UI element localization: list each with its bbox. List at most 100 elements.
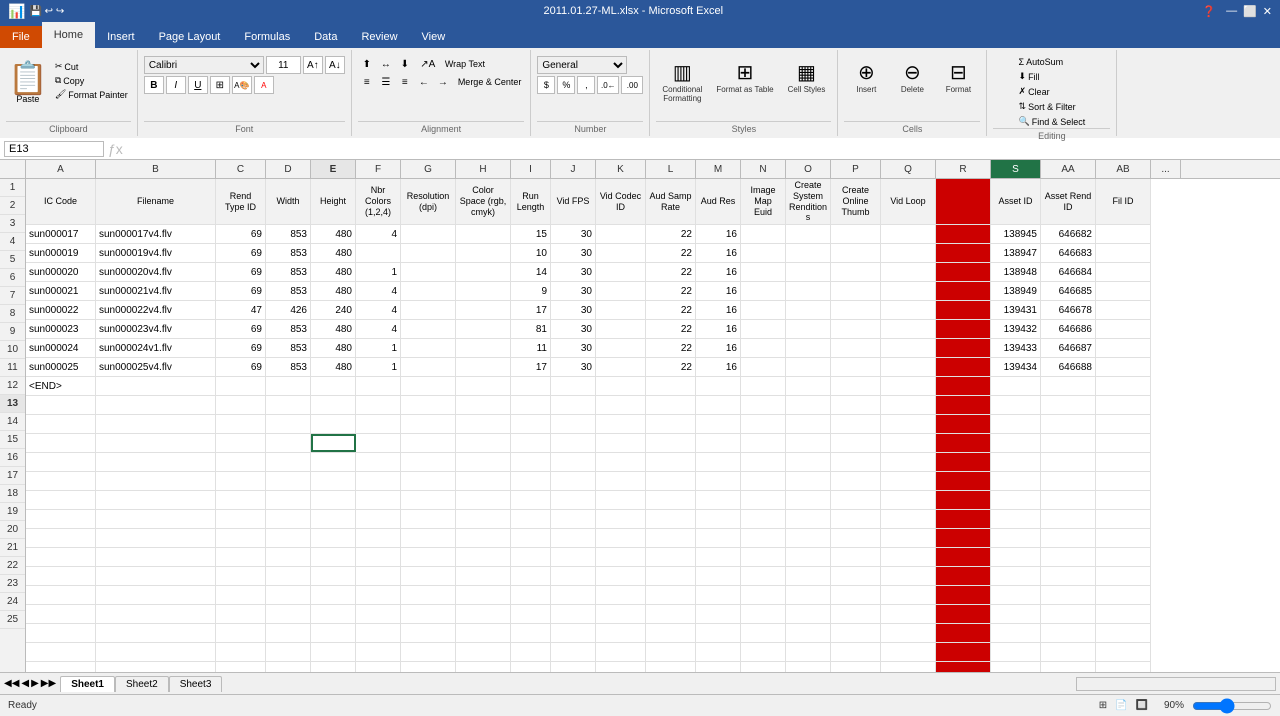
cell-l1[interactable]: Aud Samp Rate (646, 179, 696, 224)
border-button[interactable]: ⊞ (210, 76, 230, 94)
col-header-aa[interactable]: AA (1041, 160, 1096, 178)
row-header-22[interactable]: 22 (0, 557, 25, 575)
row-header-20[interactable]: 20 (0, 521, 25, 539)
cell-aa6[interactable]: 646678 (1041, 301, 1096, 319)
cell-g6[interactable] (401, 301, 456, 319)
cell-k5[interactable] (596, 282, 646, 300)
cell-g10[interactable] (401, 377, 456, 395)
cell-d4[interactable]: 853 (266, 263, 311, 281)
cell-a11[interactable] (26, 396, 96, 414)
cell-g5[interactable] (401, 282, 456, 300)
cell-r10[interactable] (936, 377, 991, 395)
conditional-formatting-button[interactable]: ▥ ConditionalFormatting (656, 56, 708, 107)
row-header-5[interactable]: 5 (0, 251, 25, 269)
cell-p6[interactable] (831, 301, 881, 319)
insert-button[interactable]: ⊕ Insert (844, 56, 888, 98)
cell-ab9[interactable] (1096, 358, 1151, 376)
cell-aa5[interactable]: 646685 (1041, 282, 1096, 300)
col-header-o[interactable]: O (786, 160, 831, 178)
cell-o10[interactable] (786, 377, 831, 395)
format-as-table-button[interactable]: ⊞ Format as Table (710, 56, 779, 98)
sheet-nav-first[interactable]: ◀◀ (4, 678, 19, 689)
page-break-view-icon[interactable]: 🔲 (1136, 700, 1148, 711)
cell-p3[interactable] (831, 244, 881, 262)
sort-filter-button[interactable]: ⇅ Sort & Filter (1016, 100, 1079, 113)
cell-m2[interactable]: 16 (696, 225, 741, 243)
cell-ab1[interactable]: Fil ID (1096, 179, 1151, 224)
cell-s4[interactable]: 138948 (991, 263, 1041, 281)
cell-d3[interactable]: 853 (266, 244, 311, 262)
col-header-c[interactable]: C (216, 160, 266, 178)
restore-btn[interactable]: ⬜ (1243, 5, 1257, 18)
currency-button[interactable]: $ (537, 76, 555, 94)
col-header-h[interactable]: H (456, 160, 511, 178)
row-header-11[interactable]: 11 (0, 359, 25, 377)
cell-b10[interactable] (96, 377, 216, 395)
percent-button[interactable]: % (557, 76, 575, 94)
row-header-6[interactable]: 6 (0, 269, 25, 287)
cell-n5[interactable] (741, 282, 786, 300)
format-button[interactable]: ⊟ Format (936, 56, 980, 98)
cell-h10[interactable] (456, 377, 511, 395)
cell-e2[interactable]: 480 (311, 225, 356, 243)
row-header-17[interactable]: 17 (0, 467, 25, 485)
cell-o4[interactable] (786, 263, 831, 281)
cell-b6[interactable]: sun000022v4.flv (96, 301, 216, 319)
cell-d5[interactable]: 853 (266, 282, 311, 300)
cell-a7[interactable]: sun000023 (26, 320, 96, 338)
decrease-font-button[interactable]: A↓ (325, 56, 345, 74)
cell-r1[interactable] (936, 179, 991, 224)
row-header-24[interactable]: 24 (0, 593, 25, 611)
cell-ab5[interactable] (1096, 282, 1151, 300)
col-header-l[interactable]: L (646, 160, 696, 178)
zoom-slider[interactable] (1192, 698, 1272, 714)
tab-data[interactable]: Data (302, 26, 349, 48)
cell-j5[interactable]: 30 (551, 282, 596, 300)
cell-m3[interactable]: 16 (696, 244, 741, 262)
cell-f6[interactable]: 4 (356, 301, 401, 319)
cell-f2[interactable]: 4 (356, 225, 401, 243)
cell-h1[interactable]: Color Space (rgb, cmyk) (456, 179, 511, 224)
cell-s1[interactable]: Asset ID (991, 179, 1041, 224)
cell-o1[interactable]: Create System Rendition s (786, 179, 831, 224)
tab-formulas[interactable]: Formulas (232, 26, 302, 48)
cell-r3[interactable] (936, 244, 991, 262)
cell-s10[interactable] (991, 377, 1041, 395)
cell-d8[interactable]: 853 (266, 339, 311, 357)
format-painter-button[interactable]: 🖌 Format Painter (52, 88, 131, 101)
increase-decimal-button[interactable]: .00 (621, 76, 643, 94)
cell-h5[interactable] (456, 282, 511, 300)
cell-i10[interactable] (511, 377, 551, 395)
fill-button[interactable]: ⬇ Fill (1016, 70, 1043, 83)
name-box[interactable] (4, 141, 104, 157)
cell-r6[interactable] (936, 301, 991, 319)
cell-e4[interactable]: 480 (311, 263, 356, 281)
tab-insert[interactable]: Insert (95, 26, 147, 48)
cell-g2[interactable] (401, 225, 456, 243)
col-header-f[interactable]: F (356, 160, 401, 178)
row-header-13[interactable]: 13 (0, 395, 25, 413)
wrap-text-button[interactable]: Wrap Text (442, 58, 488, 70)
cell-o7[interactable] (786, 320, 831, 338)
cell-c6[interactable]: 47 (216, 301, 266, 319)
row-header-12[interactable]: 12 (0, 377, 25, 395)
cell-k2[interactable] (596, 225, 646, 243)
cell-a10[interactable]: <END> (26, 377, 96, 395)
cell-k4[interactable] (596, 263, 646, 281)
paste-button[interactable]: 📋 Paste (6, 60, 50, 106)
cell-h7[interactable] (456, 320, 511, 338)
col-header-d[interactable]: D (266, 160, 311, 178)
col-header-ab[interactable]: AB (1096, 160, 1151, 178)
cell-e9[interactable]: 480 (311, 358, 356, 376)
cell-n1[interactable]: Image Map Euid (741, 179, 786, 224)
cell-ab6[interactable] (1096, 301, 1151, 319)
cell-e8[interactable]: 480 (311, 339, 356, 357)
cell-aa4[interactable]: 646684 (1041, 263, 1096, 281)
cell-n10[interactable] (741, 377, 786, 395)
clear-button[interactable]: ✗ Clear (1016, 85, 1053, 98)
cell-n3[interactable] (741, 244, 786, 262)
cell-c7[interactable]: 69 (216, 320, 266, 338)
cell-e1[interactable]: Height (311, 179, 356, 224)
cell-p8[interactable] (831, 339, 881, 357)
row-header-3[interactable]: 3 (0, 215, 25, 233)
